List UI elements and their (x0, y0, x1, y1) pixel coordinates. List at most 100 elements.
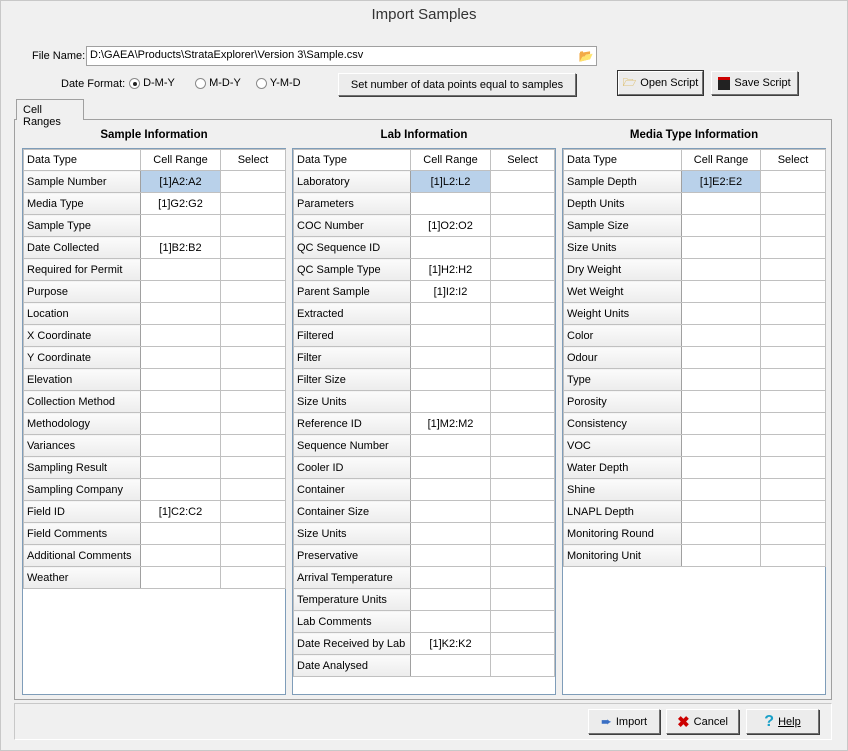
column-header[interactable]: Select (220, 149, 286, 171)
column-header[interactable]: Data Type (23, 149, 141, 171)
cell-range-cell[interactable]: [1]L2:L2 (410, 170, 491, 193)
cell-range-cell[interactable] (410, 478, 491, 501)
select-cell[interactable] (760, 302, 826, 325)
select-cell[interactable] (220, 302, 286, 325)
cell-range-cell[interactable] (681, 412, 761, 435)
cell-range-cell[interactable] (681, 324, 761, 347)
select-cell[interactable] (490, 214, 555, 237)
select-cell[interactable] (220, 214, 286, 237)
cell-range-cell[interactable] (140, 302, 221, 325)
cell-range-cell[interactable] (681, 192, 761, 215)
cell-range-cell[interactable] (410, 522, 491, 545)
select-cell[interactable] (220, 544, 286, 567)
cell-range-cell[interactable] (681, 302, 761, 325)
cell-range-cell[interactable]: [1]E2:E2 (681, 170, 761, 193)
select-cell[interactable] (490, 368, 555, 391)
select-cell[interactable] (490, 236, 555, 259)
select-cell[interactable] (760, 258, 826, 281)
cell-range-cell[interactable] (140, 522, 221, 545)
select-cell[interactable] (220, 192, 286, 215)
select-cell[interactable] (220, 566, 286, 589)
select-cell[interactable] (760, 192, 826, 215)
select-cell[interactable] (490, 192, 555, 215)
cell-range-cell[interactable] (140, 324, 221, 347)
column-header[interactable]: Cell Range (681, 149, 761, 171)
select-cell[interactable] (760, 412, 826, 435)
cell-range-cell[interactable] (140, 566, 221, 589)
cell-range-cell[interactable] (140, 434, 221, 457)
open-script-button[interactable]: 🗁 Open Script (617, 70, 704, 96)
cell-range-cell[interactable]: [1]G2:G2 (140, 192, 221, 215)
select-cell[interactable] (220, 280, 286, 303)
select-cell[interactable] (760, 434, 826, 457)
column-header[interactable]: Cell Range (410, 149, 491, 171)
select-cell[interactable] (760, 214, 826, 237)
select-cell[interactable] (490, 522, 555, 545)
cell-range-cell[interactable] (140, 346, 221, 369)
select-cell[interactable] (220, 236, 286, 259)
cell-range-cell[interactable]: [1]K2:K2 (410, 632, 491, 655)
select-cell[interactable] (220, 324, 286, 347)
select-cell[interactable] (220, 412, 286, 435)
select-cell[interactable] (760, 170, 826, 193)
column-header[interactable]: Cell Range (140, 149, 221, 171)
select-cell[interactable] (760, 522, 826, 545)
select-cell[interactable] (490, 632, 555, 655)
cell-range-cell[interactable] (410, 390, 491, 413)
cell-range-cell[interactable] (410, 434, 491, 457)
select-cell[interactable] (760, 280, 826, 303)
cell-range-cell[interactable] (140, 390, 221, 413)
set-data-points-button[interactable]: Set number of data points equal to sampl… (338, 73, 576, 96)
cell-range-cell[interactable] (681, 236, 761, 259)
cell-range-cell[interactable] (140, 544, 221, 567)
cell-range-cell[interactable] (681, 390, 761, 413)
select-cell[interactable] (760, 456, 826, 479)
save-script-button[interactable]: Save Script (711, 71, 798, 95)
cell-range-cell[interactable] (681, 522, 761, 545)
cell-range-cell[interactable] (410, 588, 491, 611)
cell-range-cell[interactable] (410, 192, 491, 215)
cell-range-cell[interactable]: [1]H2:H2 (410, 258, 491, 281)
column-header[interactable]: Select (490, 149, 555, 171)
cell-range-cell[interactable] (410, 566, 491, 589)
cell-range-cell[interactable] (410, 500, 491, 523)
cell-range-cell[interactable] (410, 610, 491, 633)
cell-range-cell[interactable] (140, 280, 221, 303)
select-cell[interactable] (490, 390, 555, 413)
select-cell[interactable] (760, 346, 826, 369)
cell-range-cell[interactable] (681, 346, 761, 369)
cell-range-cell[interactable] (140, 456, 221, 479)
cell-range-cell[interactable] (410, 654, 491, 677)
select-cell[interactable] (490, 566, 555, 589)
cell-range-cell[interactable] (140, 258, 221, 281)
radio-dmy[interactable]: D-M-Y (129, 77, 175, 89)
cell-range-cell[interactable] (681, 214, 761, 237)
cell-range-cell[interactable] (140, 412, 221, 435)
cell-range-cell[interactable]: [1]M2:M2 (410, 412, 491, 435)
cell-range-cell[interactable] (410, 346, 491, 369)
cell-range-cell[interactable] (410, 324, 491, 347)
cell-range-cell[interactable] (681, 280, 761, 303)
cell-range-cell[interactable]: [1]C2:C2 (140, 500, 221, 523)
cancel-button[interactable]: ✖ Cancel (666, 709, 739, 734)
help-button[interactable]: ? Help (746, 709, 819, 734)
select-cell[interactable] (760, 368, 826, 391)
select-cell[interactable] (490, 588, 555, 611)
select-cell[interactable] (220, 390, 286, 413)
cell-range-cell[interactable] (140, 368, 221, 391)
select-cell[interactable] (760, 390, 826, 413)
select-cell[interactable] (490, 500, 555, 523)
select-cell[interactable] (220, 522, 286, 545)
select-cell[interactable] (220, 170, 286, 193)
select-cell[interactable] (490, 170, 555, 193)
select-cell[interactable] (490, 258, 555, 281)
select-cell[interactable] (760, 236, 826, 259)
cell-range-cell[interactable]: [1]I2:I2 (410, 280, 491, 303)
column-header[interactable]: Data Type (293, 149, 411, 171)
file-name-input[interactable]: D:\GAEA\Products\StrataExplorer\Version … (86, 46, 597, 66)
browse-folder-icon[interactable]: 📂 (578, 48, 594, 64)
import-button[interactable]: ➨ Import (588, 709, 660, 734)
radio-mdy[interactable]: M-D-Y (195, 77, 241, 89)
select-cell[interactable] (220, 434, 286, 457)
select-cell[interactable] (490, 346, 555, 369)
